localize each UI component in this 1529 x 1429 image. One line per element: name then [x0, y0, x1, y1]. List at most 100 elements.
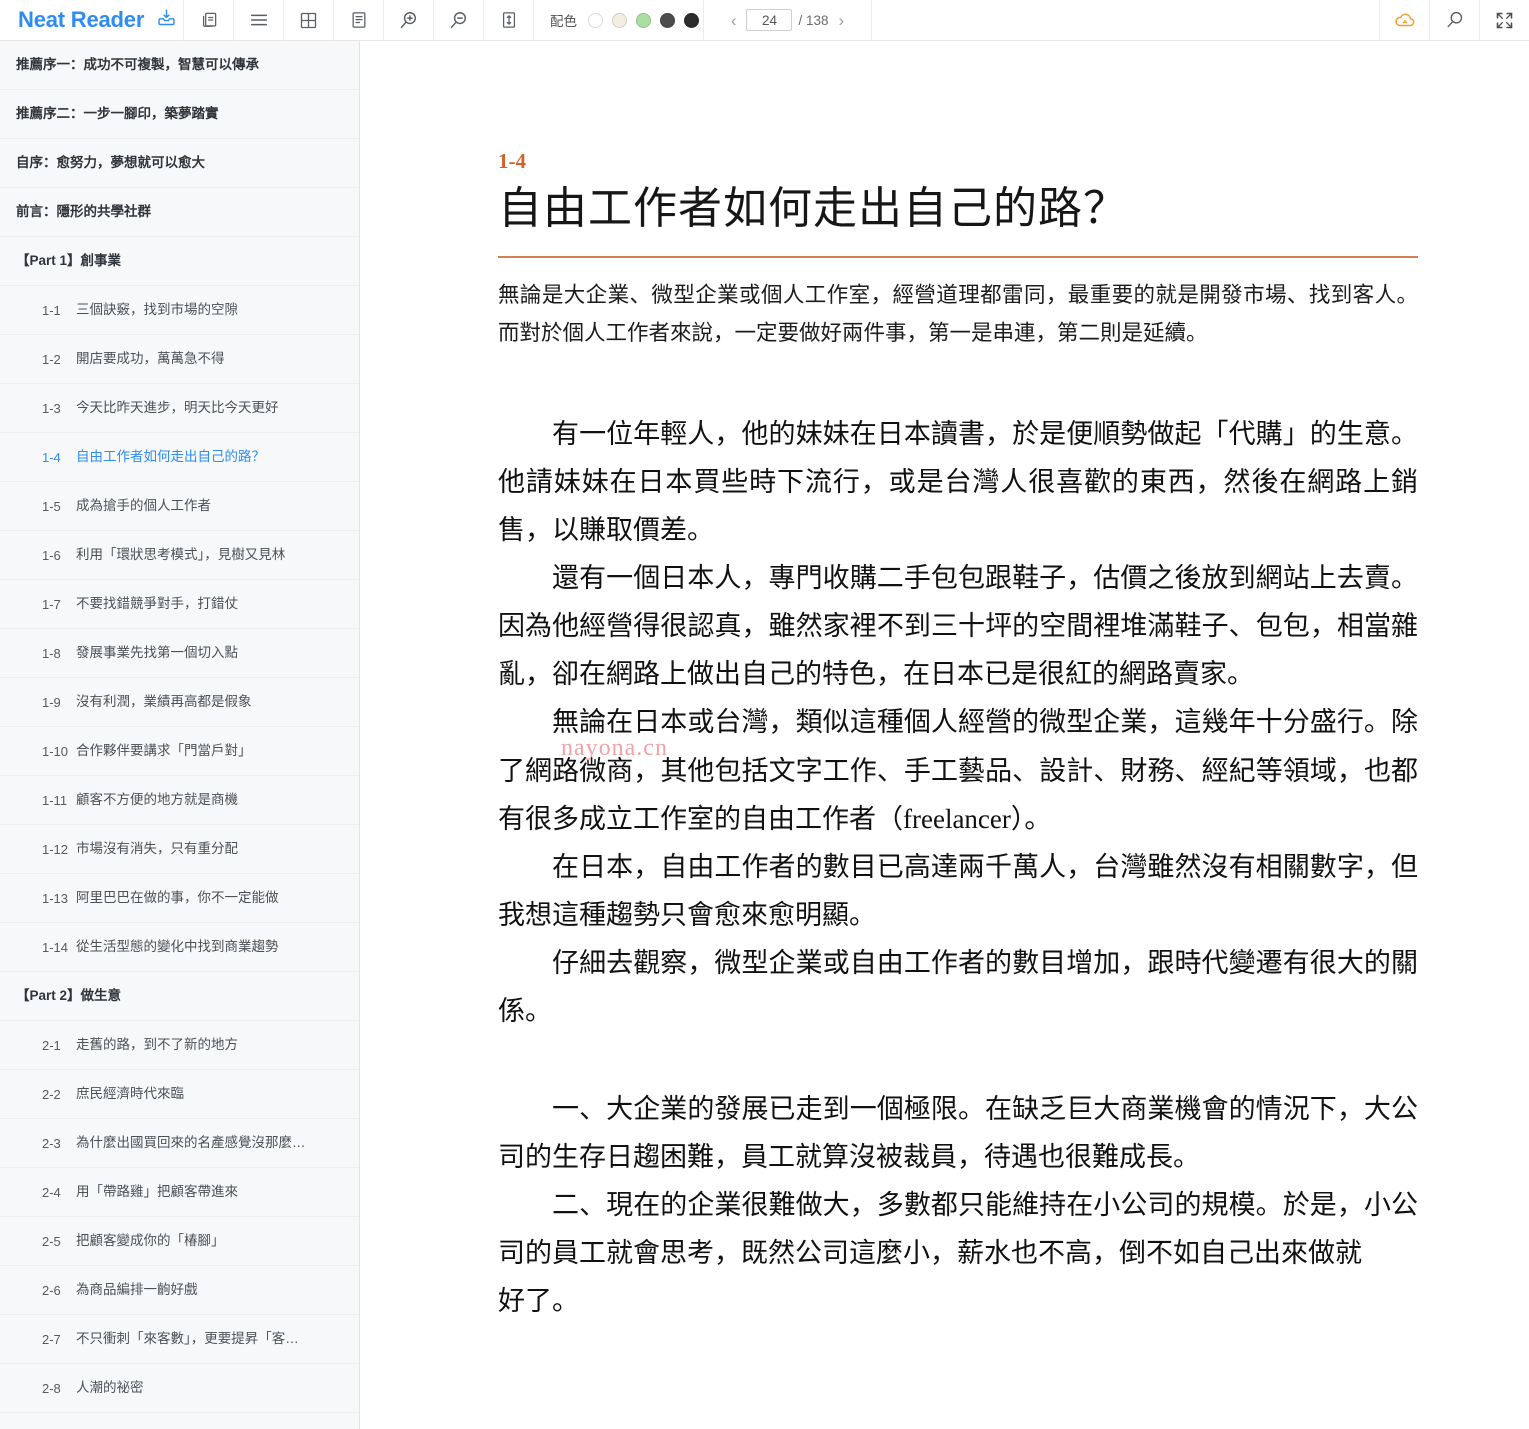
- toc-item-label: 開店要成功，萬萬急不得: [76, 351, 225, 367]
- next-page-button[interactable]: ›: [835, 12, 849, 29]
- body-paragraph-1: 有一位年輕人，他的妹妹在日本讀書，於是便順勢做起「代購」的生意。他請妹妹在日本買…: [498, 419, 1418, 546]
- toc-item-1-14[interactable]: 1-14 從生活型態的變化中找到商業趨勢: [0, 923, 359, 972]
- body-paragraph-3: 無論在日本或台灣，類似這種個人經營的微型企業，這幾年十分盛行。除了網路微商，其他…: [498, 707, 1418, 834]
- reader-content-pane[interactable]: 1-4 自由工作者如何走出自己的路？ 無論是大企業、微型企業或個人工作室，經營道…: [361, 41, 1529, 1429]
- zoom-out-icon[interactable]: [434, 0, 484, 41]
- toc-item-1-10[interactable]: 1-10 合作夥伴要講求「門當戶對」: [0, 727, 359, 776]
- body-paragraphs-group-1: 有一位年輕人，他的妹妹在日本讀書，於是便順勢做起「代購」的生意。他請妹妹在日本買…: [498, 410, 1418, 1035]
- toc-item-label: 走舊的路，到不了新的地方: [76, 1037, 238, 1053]
- table-of-contents-sidebar[interactable]: 推薦序一：成功不可複製，智慧可以傳承 推薦序二：一步一腳印，築夢踏實自序：愈努力，…: [0, 41, 360, 1429]
- toc-item-label: 用「帶路雞」把顧客帶進來: [76, 1184, 238, 1200]
- swatch-cream[interactable]: [612, 12, 627, 28]
- toc-item-number: 1-12: [42, 841, 69, 857]
- toc-item-label: 推薦序一：成功不可複製，智慧可以傳承: [16, 57, 259, 73]
- fullscreen-icon[interactable]: [1479, 0, 1529, 41]
- toc-list: 推薦序一：成功不可複製，智慧可以傳承 推薦序二：一步一腳印，築夢踏實自序：愈努力，…: [0, 41, 359, 1413]
- toc-item-1-8[interactable]: 1-8 發展事業先找第一個切入點: [0, 629, 359, 678]
- toc-item-number: 1-3: [42, 400, 61, 416]
- swatch-green[interactable]: [636, 12, 651, 28]
- body-paragraph-5: 仔細去觀察，微型企業或自由工作者的數目增加，跟時代變遷有很大的關係。: [498, 947, 1418, 1026]
- toc-item-label: 庶民經濟時代來臨: [76, 1086, 184, 1102]
- toc-item-19[interactable]: 【Part 2】做生意: [0, 972, 359, 1021]
- prev-page-button[interactable]: ‹: [727, 12, 741, 29]
- toc-item-2-7[interactable]: 2-7 不只衝刺「來客數」，更要提昇「客…: [0, 1315, 359, 1364]
- toc-item-number: 1-4: [42, 449, 61, 465]
- page-total-label: / 138: [798, 12, 829, 28]
- toc-item-label: 顧客不方便的地方就是商機: [76, 792, 238, 808]
- toc-item-number: 1-11: [42, 792, 68, 808]
- zoom-in-icon[interactable]: [384, 0, 434, 41]
- toc-item-label: 前言：隱形的共學社群: [16, 204, 151, 220]
- body-paragraph-2: 還有一個日本人，專門收購二手包包跟鞋子，估價之後放到網站上去賣。因為他經營得很認…: [498, 563, 1418, 690]
- toc-item-number: 2-4: [42, 1184, 61, 1200]
- line-height-icon[interactable]: [484, 0, 534, 41]
- toc-item-1-11[interactable]: 1-11 顧客不方便的地方就是商機: [0, 776, 359, 825]
- toc-item-1-9[interactable]: 1-9 沒有利潤，業績再高都是假象: [0, 678, 359, 727]
- brand-area: Neat Reader: [0, 0, 184, 41]
- toc-item-label: 把顧客變成你的「椿腳」: [76, 1233, 225, 1249]
- toc-item-label: 利用「環狀思考模式」，見樹又見林: [76, 547, 286, 563]
- toc-item-1-3[interactable]: 1-3 今天比昨天進步，明天比今天更好: [0, 384, 359, 433]
- body-paragraphs-group-2: 一、大企業的發展已走到一個極限。在缺乏巨大商業機會的情況下，大公司的生存日趨困難…: [498, 1085, 1418, 1325]
- toc-item-4[interactable]: 【Part 1】創事業: [0, 237, 359, 286]
- cloud-sync-icon[interactable]: [1379, 0, 1429, 41]
- chapter-document: 1-4 自由工作者如何走出自己的路？ 無論是大企業、微型企業或個人工作室，經營道…: [498, 41, 1418, 1325]
- toc-item-label: 人潮的祕密: [76, 1380, 144, 1396]
- title-divider: [498, 255, 1418, 258]
- toc-item-1-2[interactable]: 1-2 開店要成功，萬萬急不得: [0, 335, 359, 384]
- toc-item-number: 1-9: [42, 694, 61, 710]
- page-number-input[interactable]: [746, 9, 793, 31]
- toc-item-label: 三個訣竅，找到市場的空隙: [76, 302, 238, 318]
- toc-item-1-13[interactable]: 1-13 阿里巴巴在做的事，你不一定能做: [0, 874, 359, 923]
- toc-item-number: 2-6: [42, 1282, 61, 1298]
- toc-item-1[interactable]: 推薦序二：一步一腳印，築夢踏實: [0, 90, 359, 139]
- swatch-white[interactable]: [588, 12, 603, 28]
- toc-item-1-5[interactable]: 1-5 成為搶手的個人工作者: [0, 482, 359, 531]
- toc-item-2-2[interactable]: 2-2 庶民經濟時代來臨: [0, 1070, 359, 1119]
- toc-item-2[interactable]: 自序：愈努力，夢想就可以愈大: [0, 139, 359, 188]
- toc-item-2-6[interactable]: 2-6 為商品編排一齣好戲: [0, 1266, 359, 1315]
- search-icon[interactable]: [1429, 0, 1479, 41]
- toc-item-label: 為什麼出國買回來的名產感覺沒那麼…: [76, 1135, 306, 1151]
- app-title: Neat Reader: [18, 7, 145, 32]
- toc-item-number: 2-2: [42, 1086, 61, 1102]
- toc-item-label: 阿里巴巴在做的事，你不一定能做: [76, 890, 279, 906]
- toc-item-2-1[interactable]: 2-1 走舊的路，到不了新的地方: [0, 1021, 359, 1070]
- toc-item-number: 1-10: [42, 743, 69, 759]
- toc-item-2-8[interactable]: 2-8 人潮的祕密: [0, 1364, 359, 1413]
- toc-item-2-5[interactable]: 2-5 把顧客變成你的「椿腳」: [0, 1217, 359, 1266]
- chapter-number: 1-4: [498, 149, 526, 173]
- toc-item-label: 推薦序二：一步一腳印，築夢踏實: [16, 106, 219, 122]
- contents-icon[interactable]: [234, 0, 284, 41]
- swatch-black[interactable]: [684, 12, 699, 28]
- toc-item-1-4[interactable]: 1-4 自由工作者如何走出自己的路？: [0, 433, 359, 482]
- toc-item-1-7[interactable]: 1-7 不要找錯競爭對手，打錯仗: [0, 580, 359, 629]
- notes-icon[interactable]: [334, 0, 384, 41]
- toc-item-1-1[interactable]: 1-1 三個訣竅，找到市場的空隙: [0, 286, 359, 335]
- toc-item-label: 發展事業先找第一個切入點: [76, 645, 238, 661]
- import-icon[interactable]: [156, 7, 177, 33]
- toc-item-2-4[interactable]: 2-4 用「帶路雞」把顧客帶進來: [0, 1168, 359, 1217]
- toc-item-1-12[interactable]: 1-12 市場沒有消失，只有重分配: [0, 825, 359, 874]
- toc-item-number: 2-8: [42, 1380, 61, 1396]
- toc-item-label: 不只衝刺「來客數」，更要提昇「客…: [76, 1331, 299, 1347]
- toc-item-1-6[interactable]: 1-6 利用「環狀思考模式」，見樹又見林: [0, 531, 359, 580]
- color-scheme-group: 配色: [534, 0, 704, 41]
- toc-item-number: 2-3: [42, 1135, 61, 1151]
- top-toolbar: Neat Reader 配色 ‹ 24 / 138 ›: [0, 0, 1529, 41]
- swatch-gray[interactable]: [660, 12, 675, 28]
- toc-item-0[interactable]: 推薦序一：成功不可複製，智慧可以傳承: [0, 41, 359, 90]
- body-paragraph-b-2: 二、現在的企業很難做大，多數都只能維持在小公司的規模。於是，小公司的員工就會思考…: [498, 1189, 1418, 1268]
- toc-item-number: 1-14: [42, 939, 69, 955]
- toc-item-number: 1-1: [42, 302, 61, 318]
- toc-item-label: 【Part 2】做生意: [16, 988, 122, 1004]
- page-navigation: ‹ / 138 ›: [704, 0, 872, 41]
- toc-item-3[interactable]: 前言：隱形的共學社群: [0, 188, 359, 237]
- body-paragraph-b-1: 一、大企業的發展已走到一個極限。在缺乏巨大商業機會的情況下，大公司的生存日趨困難…: [498, 1093, 1418, 1172]
- toc-item-label: 不要找錯競爭對手，打錯仗: [76, 596, 238, 612]
- toc-item-label: 成為搶手的個人工作者: [76, 498, 211, 514]
- toc-item-2-3[interactable]: 2-3 為什麼出國買回來的名產感覺沒那麼…: [0, 1119, 359, 1168]
- grid-view-icon[interactable]: [284, 0, 334, 41]
- bookshelf-icon[interactable]: [184, 0, 234, 41]
- toc-item-number: 1-2: [42, 351, 61, 367]
